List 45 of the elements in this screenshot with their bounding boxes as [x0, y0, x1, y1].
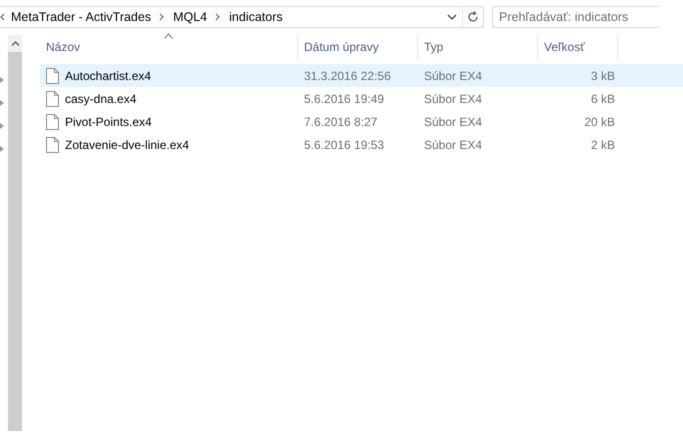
size-cell-text: 2 kB — [590, 138, 616, 152]
column-header[interactable]: Veľkosť — [538, 34, 618, 60]
file-row[interactable]: Pivot-Points.ex4 7.6.2016 8:27 Súbor EX4 20 kB — [40, 110, 683, 133]
type-cell-text: Súbor EX4 — [423, 138, 484, 152]
double-chevron-icon[interactable] — [0, 13, 5, 21]
file-icon — [46, 68, 59, 84]
date-cell-text: 5.6.2016 19:53 — [303, 138, 386, 152]
chevron-icon[interactable] — [158, 13, 166, 21]
file-name: Pivot-Points.ex4 — [65, 114, 152, 128]
file-name: casy-dna.ex4 — [65, 92, 136, 106]
scroll-up-button[interactable] — [8, 35, 22, 52]
type-cell-text: Súbor EX4 — [423, 114, 484, 128]
file-name: Zotavenie-dve-linie.ex4 — [65, 138, 190, 152]
caret-up-icon — [10, 41, 20, 46]
file-icon — [46, 136, 59, 152]
column-header[interactable]: Typ — [418, 34, 538, 60]
type-cell-text: Súbor EX4 — [423, 92, 484, 106]
date-cell-text: 7.6.2016 8:27 — [303, 114, 378, 128]
expand-arrow-icon[interactable] — [0, 77, 5, 83]
expand-arrow-icon[interactable] — [0, 146, 5, 152]
file-icon — [46, 90, 59, 106]
size-cell-text: 3 kB — [590, 68, 616, 82]
breadcrumb[interactable]: MetaTrader - ActivTrades — [11, 10, 152, 24]
scrollbar[interactable] — [8, 35, 22, 431]
refresh-icon — [467, 11, 479, 23]
expand-arrow-icon[interactable] — [0, 123, 5, 129]
file-row[interactable]: Zotavenie-dve-linie.ex4 5.6.2016 19:53 Súbor EX4 2 kB — [40, 133, 683, 156]
breadcrumb[interactable]: indicators — [229, 10, 283, 24]
column-header[interactable]: Názov — [40, 34, 298, 60]
type-cell-text: Súbor EX4 — [423, 68, 484, 82]
date-cell-text: 31.3.2016 22:56 — [303, 68, 392, 82]
size-cell-text: 20 kB — [583, 114, 616, 128]
expand-arrow-icon[interactable] — [0, 100, 5, 106]
size-cell-text: 6 kB — [590, 92, 616, 106]
file-row[interactable]: casy-dna.ex4 5.6.2016 19:49 Súbor EX4 6 kB — [40, 87, 683, 110]
chevron-down-icon — [447, 14, 457, 20]
search-field[interactable]: Prehľadávať: indicators — [492, 6, 660, 28]
file-row[interactable]: Autochartist.ex4 31.3.2016 22:56 Súbor EX4 3 kB — [40, 64, 683, 87]
address-bar[interactable]: MetaTrader - ActivTrades MQL4 indicators — [0, 6, 484, 28]
date-cell-text: 5.6.2016 19:49 — [303, 92, 386, 106]
breadcrumb[interactable]: MQL4 — [173, 10, 208, 24]
chevron-icon[interactable] — [214, 13, 222, 21]
file-name: Autochartist.ex4 — [65, 68, 152, 82]
file-icon — [46, 114, 59, 130]
column-header[interactable]: Dátum úpravy — [298, 34, 418, 60]
